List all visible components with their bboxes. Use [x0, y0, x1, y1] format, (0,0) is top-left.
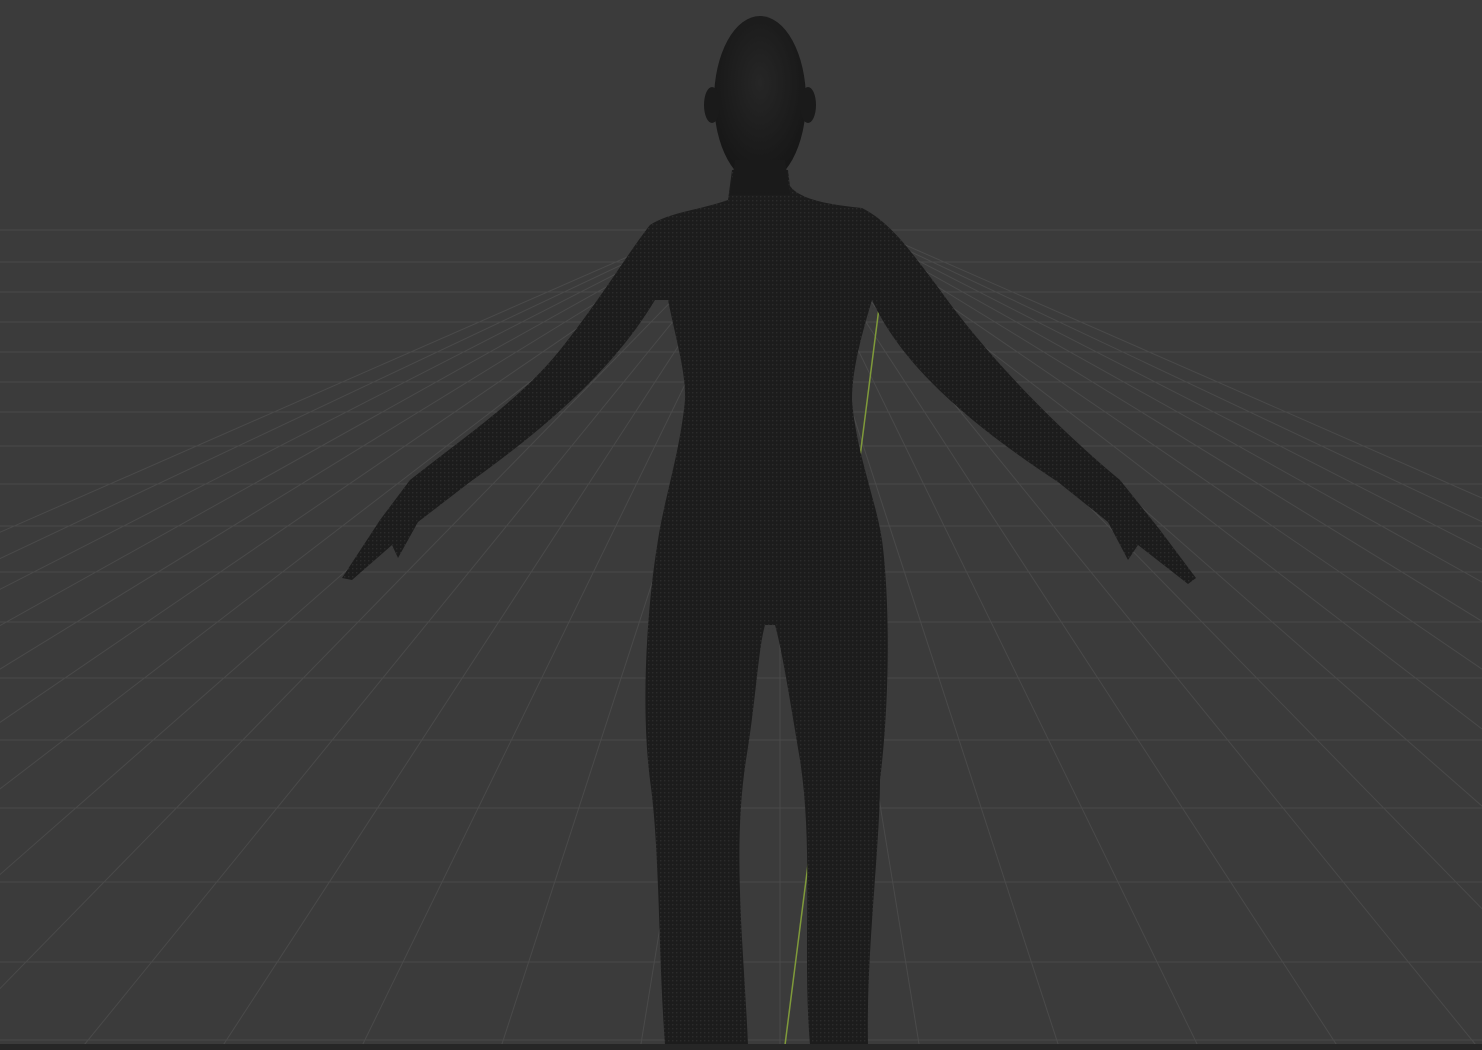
mesh-head	[714, 16, 806, 184]
mesh-ear-right	[800, 87, 816, 123]
viewport-bottom-border	[0, 1044, 1482, 1050]
mesh-neck	[730, 160, 790, 195]
mesh-ear-left	[704, 87, 720, 123]
body-mesh[interactable]	[0, 0, 1482, 1050]
mesh-body	[342, 170, 1196, 1045]
3d-viewport[interactable]	[0, 0, 1482, 1050]
